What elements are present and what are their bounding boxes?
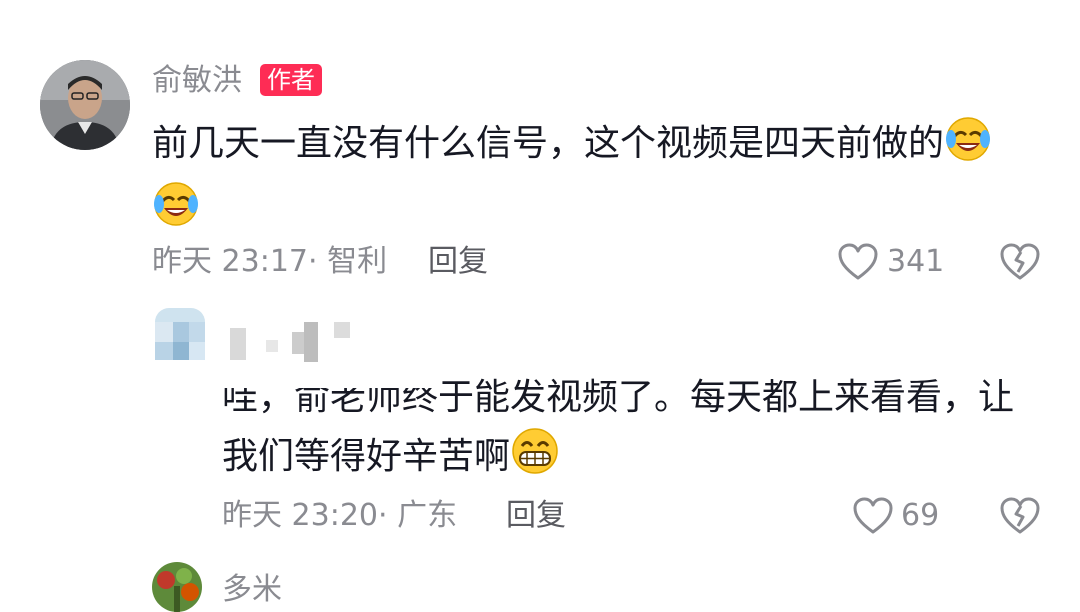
comment-text-body: 前几天一直没有什么信号，这个视频是四天前做的 [152,123,945,164]
comment-meta: 昨天 23:17· 智利 [152,244,387,280]
like-button-2[interactable]: 69 [853,496,953,536]
reply-text-line2: 我们等得好辛苦啊 [222,436,511,477]
author-badge: 作者 [260,64,322,96]
like-count: 341 [887,244,945,279]
reply-time: 昨天 23:20 [222,498,378,533]
comment-location: · 智利 [308,244,388,279]
laugh-cry-emoji [152,180,200,245]
like-button[interactable]: 341 [838,242,948,282]
reply-text: 哇，俞老师终于能发视频了。每天都上来看看，让 我们等得好辛苦啊 [222,370,1052,493]
heart-icon [853,497,893,534]
reply-button[interactable]: 回复 [428,244,488,280]
reply-location: · 广东 [378,498,458,533]
text-occlusion [220,366,440,388]
reply-meta: 昨天 23:20· 广东 [222,498,457,534]
blurred-username[interactable] [230,320,360,362]
commenter-avatar[interactable] [152,562,202,612]
grin-emoji [510,426,560,493]
reply-button-2[interactable]: 回复 [506,498,566,534]
dislike-icon[interactable] [1000,497,1040,535]
laugh-cry-emoji [944,115,992,180]
blurred-avatar[interactable] [155,308,205,360]
author-avatar[interactable] [40,60,130,150]
like-count-2: 69 [901,498,940,533]
heart-icon [838,243,878,280]
dislike-icon[interactable] [1000,243,1040,281]
author-name[interactable]: 俞敏洪 [152,63,242,99]
comment-time: 昨天 23:17 [152,244,308,279]
commenter-name[interactable]: 多米 [222,572,282,608]
comment-text: 前几天一直没有什么信号，这个视频是四天前做的 [152,115,1032,245]
